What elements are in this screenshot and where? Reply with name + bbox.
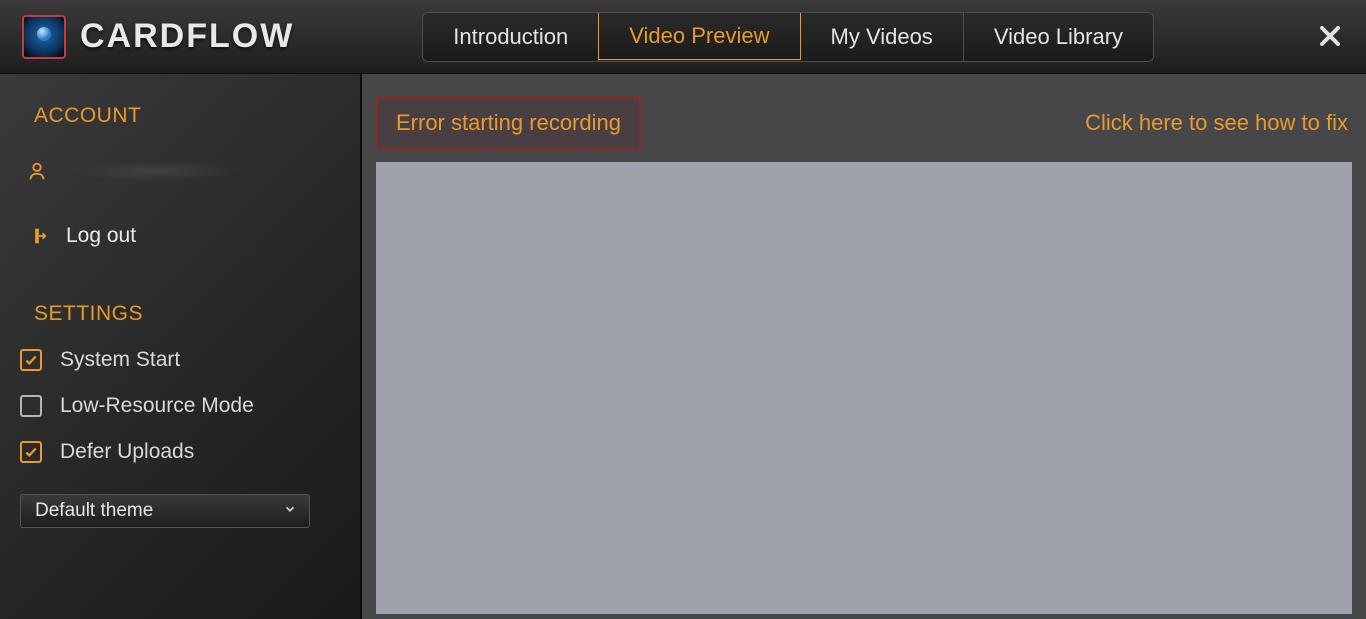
error-message-box: Error starting recording [376,96,641,150]
content-area: Error starting recording Click here to s… [362,74,1366,619]
setting-defer-uploads[interactable]: Defer Uploads [20,440,342,464]
tab-bar: Introduction Video Preview My Videos Vid… [422,12,1154,62]
checkbox-checked-icon [20,441,42,463]
username-redacted [66,161,246,181]
tab-label: My Videos [831,24,933,50]
logout-label: Log out [66,224,136,248]
setting-low-resource-mode[interactable]: Low-Resource Mode [20,394,342,418]
tab-my-videos[interactable]: My Videos [801,13,964,61]
fix-help-link[interactable]: Click here to see how to fix [1085,110,1348,136]
alert-row: Error starting recording Click here to s… [376,96,1352,150]
error-message-text: Error starting recording [396,110,621,135]
tab-label: Video Library [994,24,1123,50]
logout-icon [24,225,50,247]
theme-select[interactable]: Default theme [20,494,310,528]
tab-video-preview[interactable]: Video Preview [598,12,800,60]
account-section-title: ACCOUNT [34,104,342,128]
settings-section-title: SETTINGS [34,302,342,326]
fix-link-text: Click here to see how to fix [1085,110,1348,135]
close-button[interactable] [1318,21,1342,53]
setting-label: Low-Resource Mode [60,394,254,418]
logo: CARDFLOW [22,15,294,59]
logout-button[interactable]: Log out [20,214,342,258]
tab-video-library[interactable]: Video Library [964,13,1153,61]
setting-label: Defer Uploads [60,440,194,464]
setting-system-start[interactable]: System Start [20,348,342,372]
video-preview-area [376,162,1352,614]
chevron-down-icon [283,500,297,522]
checkbox-unchecked-icon [20,395,42,417]
checkbox-checked-icon [20,349,42,371]
tab-introduction[interactable]: Introduction [423,13,599,61]
user-row [20,150,342,192]
header: CARDFLOW Introduction Video Preview My V… [0,0,1366,74]
theme-selected-value: Default theme [35,500,153,522]
close-icon [1318,24,1342,48]
sidebar: ACCOUNT Log out SETTINGS System Start Lo… [0,74,362,619]
app-logo-icon [22,15,66,59]
user-icon [24,160,50,182]
tab-label: Video Preview [629,23,769,49]
setting-label: System Start [60,348,180,372]
tab-label: Introduction [453,24,568,50]
app-name: CARDFLOW [80,17,294,56]
